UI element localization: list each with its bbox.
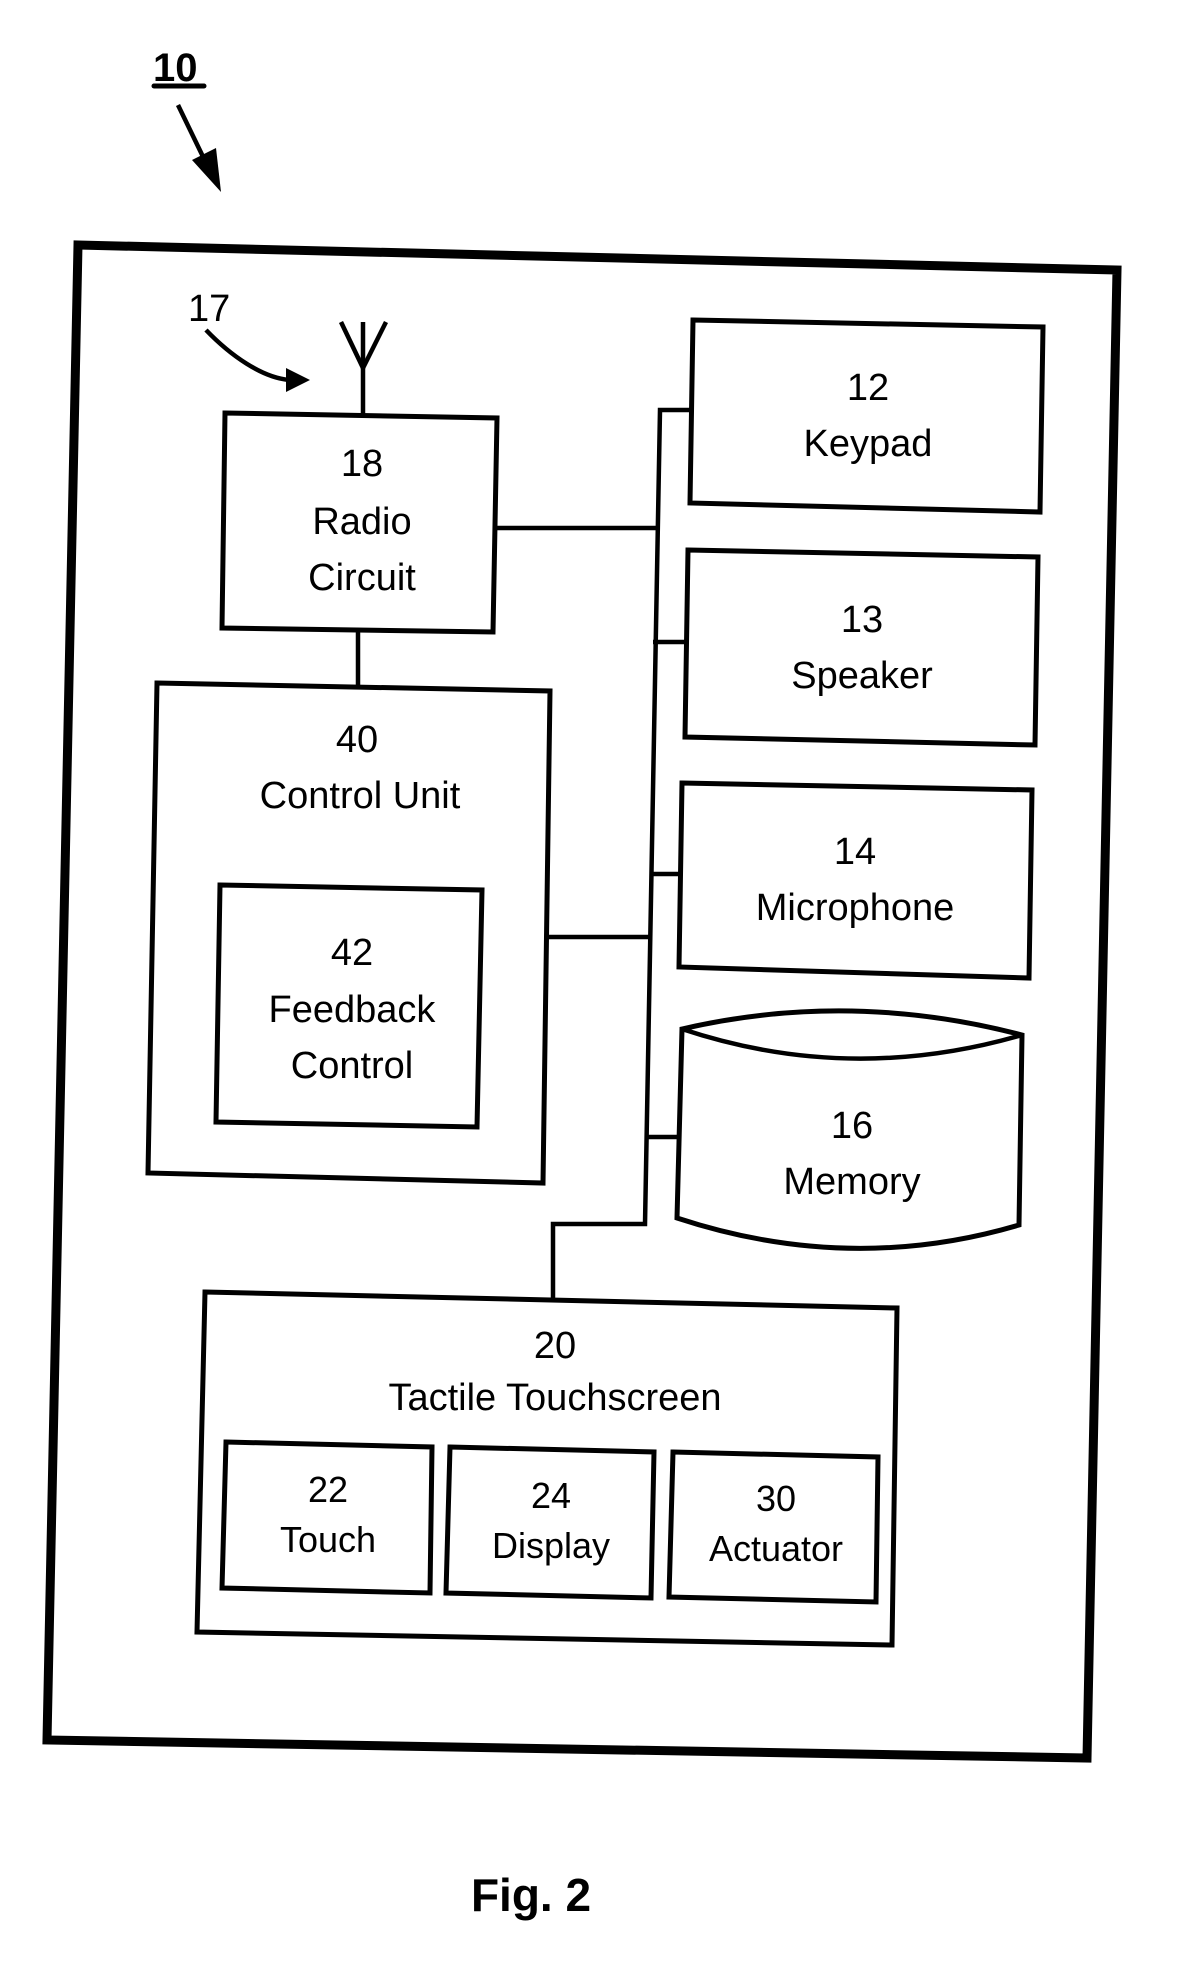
actuator-label: Actuator [709,1528,843,1569]
feedback-label-line2: Control [291,1045,414,1087]
microphone-block: 14 Microphone [676,780,1035,981]
device-ref-number: 10 [153,46,198,90]
antenna-ref-arrowhead-icon [286,368,310,392]
actuator-block: 30 Actuator [666,1449,881,1605]
touch-label: Touch [280,1519,376,1560]
memory-number: 16 [831,1105,873,1147]
antenna-ref-number: 17 [188,288,230,330]
keypad-number: 12 [847,367,889,409]
speaker-label: Speaker [791,655,933,697]
memory-block: 16 Memory [674,1008,1025,1251]
keypad-block: 12 Keypad [687,317,1046,515]
keypad-label: Keypad [804,423,933,465]
touch-block: 22 Touch [219,1439,435,1596]
actuator-number: 30 [756,1478,796,1519]
radio-circuit-block: 18 Radio Circuit [219,410,500,635]
speaker-block: 13 Speaker [682,547,1041,748]
antenna-icon [338,320,389,415]
antenna-reference: 17 [188,288,310,392]
radio-number: 18 [341,443,383,485]
display-number: 24 [531,1475,571,1516]
figure-caption: Fig. 2 [471,1869,591,1921]
display-block: 24 Display [443,1444,657,1601]
microphone-number: 14 [834,831,876,873]
feedback-control-block: 42 Feedback Control [213,882,485,1130]
touch-number: 22 [308,1469,348,1510]
device-reference: 10 [151,46,221,192]
block-diagram: 10 17 18 Radio Circuit 40 Control Unit 4… [42,46,1122,1921]
microphone-label: Microphone [756,887,955,929]
feedback-number: 42 [331,932,373,974]
feedback-label-line1: Feedback [269,989,437,1031]
antenna-ref-curve [204,328,291,383]
speaker-number: 13 [841,599,883,641]
control-unit-label: Control Unit [260,775,461,817]
touchscreen-label: Tactile Touchscreen [388,1377,721,1419]
control-unit-number: 40 [336,719,378,761]
device-ref-arrowhead-icon [192,148,221,192]
radio-label-line2: Circuit [308,557,416,599]
display-label: Display [492,1525,610,1566]
memory-label: Memory [783,1161,920,1203]
touchscreen-number: 20 [534,1325,576,1367]
radio-label-line1: Radio [312,501,411,543]
system-bus [550,407,693,1300]
